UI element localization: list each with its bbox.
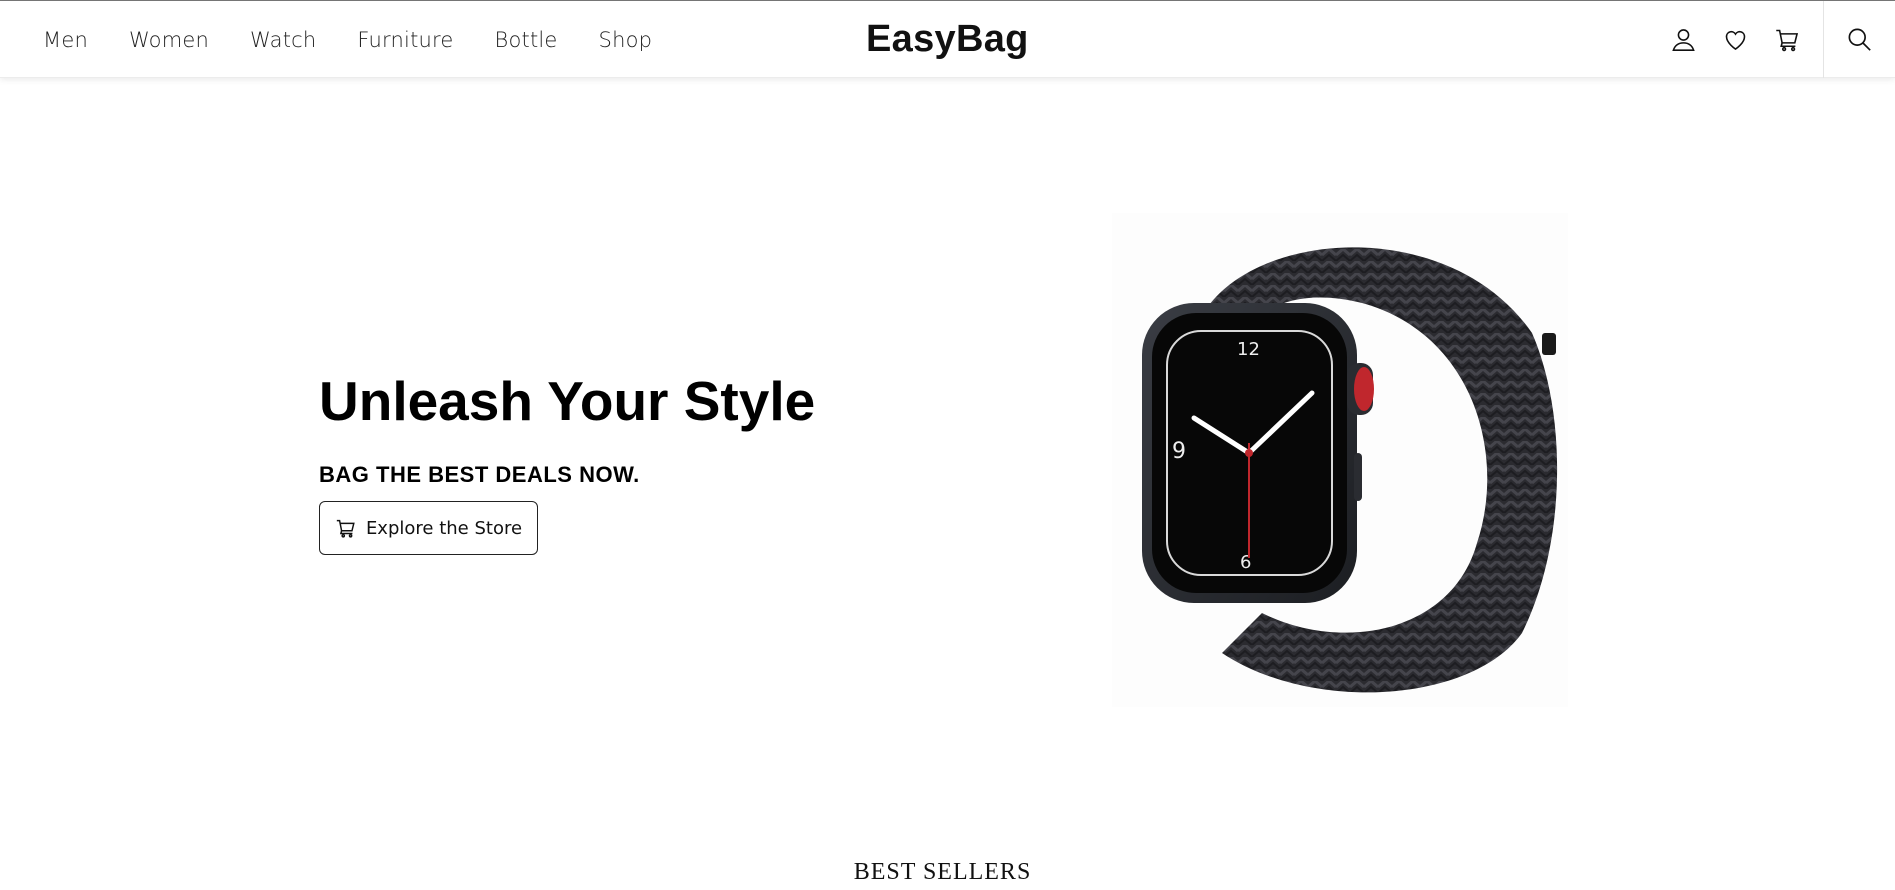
page: Men Women Watch Furniture Bottle Shop Ea… bbox=[0, 0, 1895, 890]
nav-item-shop[interactable]: Shop bbox=[599, 28, 653, 52]
svg-text:12: 12 bbox=[1237, 339, 1260, 360]
nav-item-men[interactable]: Men bbox=[43, 28, 88, 52]
heart-icon bbox=[1725, 30, 1745, 51]
site-header: Men Women Watch Furniture Bottle Shop Ea… bbox=[0, 1, 1895, 78]
hero-product-image: 12 6 9 bbox=[1112, 213, 1568, 707]
hero-title: Unleash Your Style bbox=[319, 370, 816, 432]
cart-icon bbox=[1775, 29, 1798, 52]
account-button[interactable] bbox=[1657, 1, 1709, 78]
svg-text:9: 9 bbox=[1172, 439, 1186, 464]
brand-logo[interactable]: EasyBag bbox=[866, 18, 1029, 61]
hero-subtitle: BAG THE BEST DEALS NOW. bbox=[319, 462, 640, 487]
wishlist-button[interactable] bbox=[1709, 1, 1761, 78]
header-icons bbox=[1657, 1, 1895, 78]
explore-store-label: Explore the Store bbox=[365, 517, 523, 539]
best-sellers-title: BEST SELLERS bbox=[853, 859, 1032, 885]
search-icon bbox=[1848, 28, 1871, 51]
nav-item-women[interactable]: Women bbox=[129, 28, 209, 52]
user-icon bbox=[1671, 29, 1695, 51]
main-nav: Men Women Watch Furniture Bottle Shop bbox=[43, 1, 693, 78]
nav-item-watch[interactable]: Watch bbox=[250, 28, 316, 52]
smartwatch-image: 12 6 9 bbox=[1142, 247, 1558, 693]
search-button[interactable] bbox=[1823, 1, 1895, 78]
nav-item-bottle[interactable]: Bottle bbox=[495, 28, 558, 52]
cart-button[interactable] bbox=[1761, 1, 1813, 78]
nav-item-furniture[interactable]: Furniture bbox=[357, 28, 453, 52]
explore-store-button[interactable]: Explore the Store bbox=[319, 501, 538, 555]
cart-icon bbox=[336, 519, 355, 538]
